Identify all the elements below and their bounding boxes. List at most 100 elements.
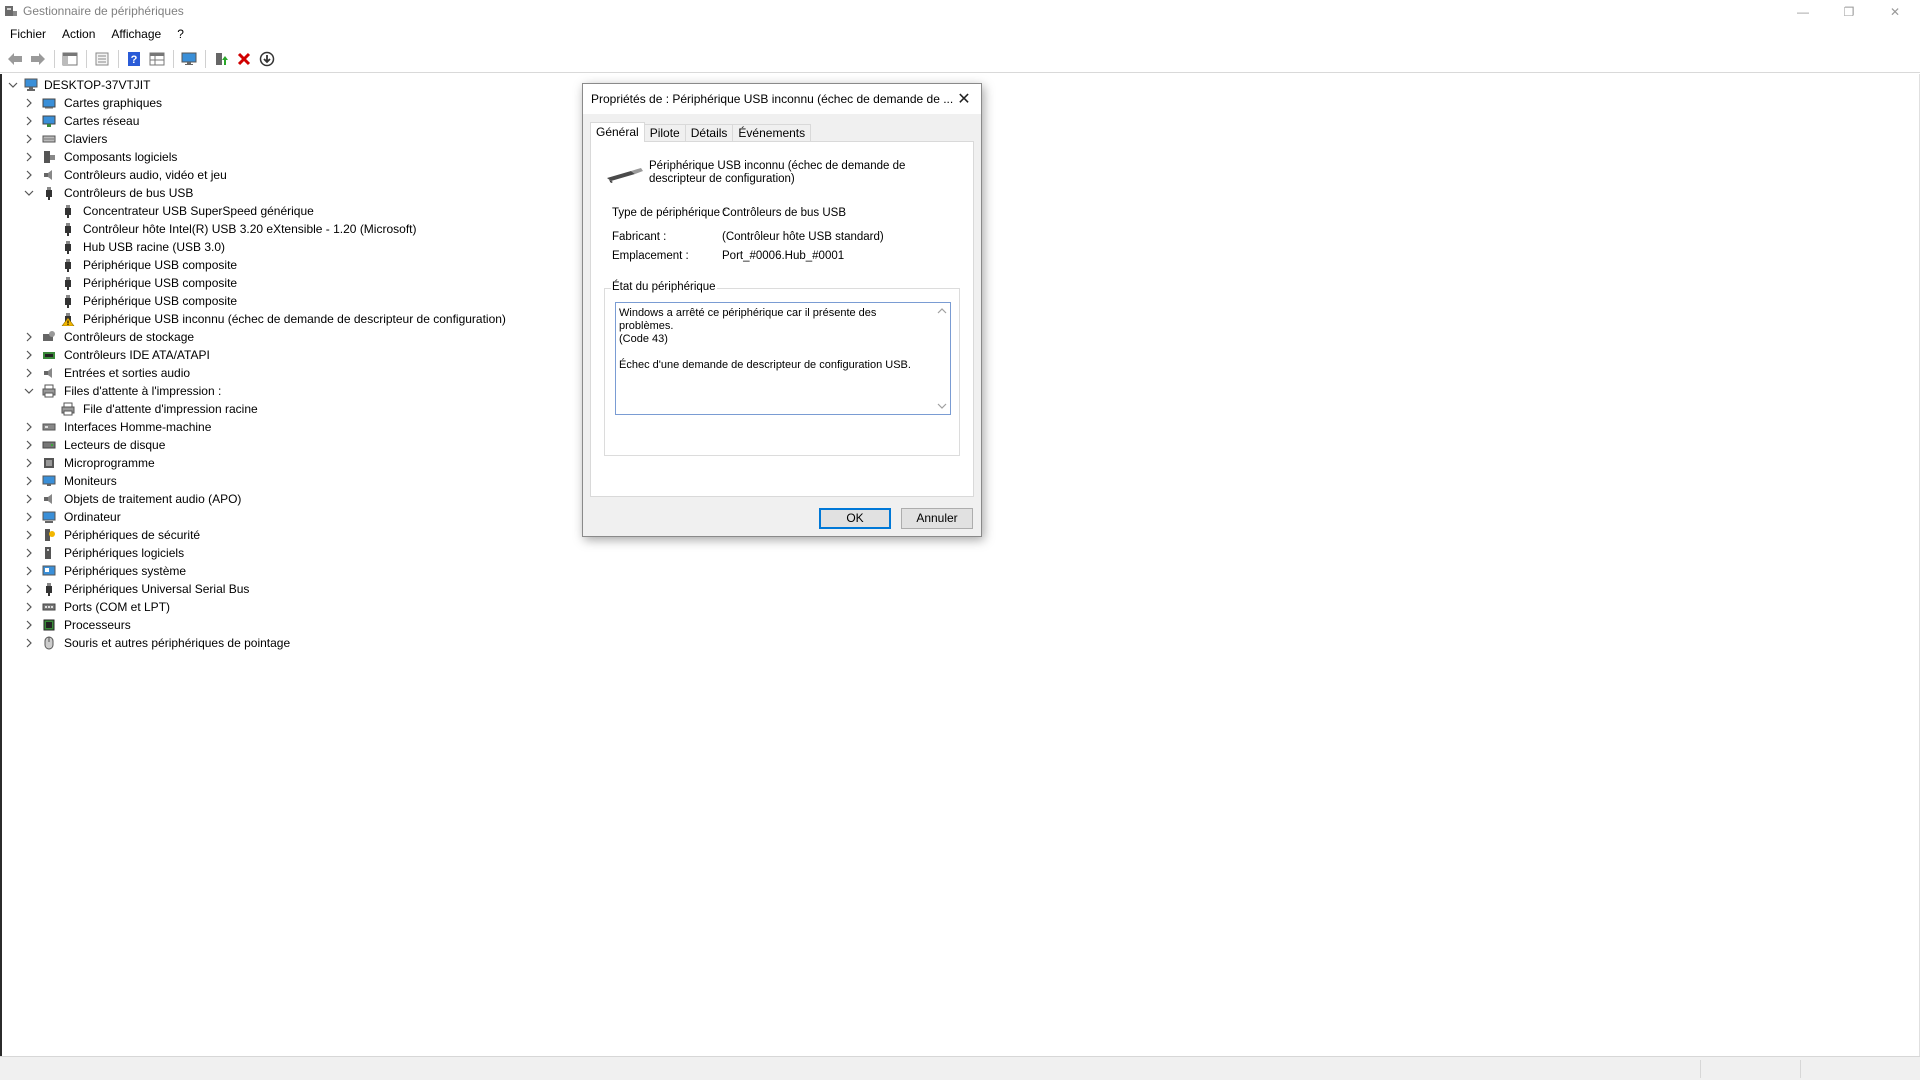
chevron-right-icon[interactable] (23, 169, 35, 181)
tree-item[interactable]: Contrôleur hôte Intel(R) USB 3.20 eXtens… (2, 220, 562, 238)
chevron-up-icon[interactable] (934, 304, 950, 318)
chevron-right-icon[interactable] (23, 493, 35, 505)
tree-item[interactable]: Ports (COM et LPT) (2, 598, 562, 616)
tree-item[interactable]: Périphériques logiciels (2, 544, 562, 562)
monitor-button[interactable] (178, 48, 200, 70)
chevron-down-icon[interactable] (7, 79, 19, 91)
tree-item[interactable]: Contrôleurs IDE ATA/ATAPI (2, 346, 562, 364)
chevron-right-icon[interactable] (23, 97, 35, 109)
mouse-icon (44, 636, 54, 650)
chevron-right-icon[interactable] (23, 511, 35, 523)
device-tree[interactable]: DESKTOP-37VTJIT Cartes graphiques Cartes … (2, 76, 562, 652)
help-button[interactable]: ? (123, 48, 145, 70)
device-status-textbox[interactable]: Windows a arrêté ce périphérique car il … (615, 302, 951, 415)
toolbar: ? (0, 45, 1920, 73)
tree-item[interactable]: Processeurs (2, 616, 562, 634)
chevron-right-icon[interactable] (23, 421, 35, 433)
status-scrollbar[interactable] (934, 303, 950, 414)
chevron-right-icon[interactable] (23, 115, 35, 127)
chevron-right-icon[interactable] (23, 349, 35, 361)
usb-icon (65, 205, 71, 218)
tree-item[interactable]: Périphérique USB composite (2, 274, 562, 292)
window-titlebar: Gestionnaire de périphériques — ❐ ✕ (0, 0, 1920, 24)
tree-item[interactable]: Périphériques de sécurité (2, 526, 562, 544)
back-button[interactable] (4, 48, 26, 70)
update-driver-button[interactable] (210, 48, 232, 70)
chevron-right-icon[interactable] (23, 619, 35, 631)
tree-item[interactable]: Objets de traitement audio (APO) (2, 490, 562, 508)
tree-item-label: Ports (COM et LPT) (64, 600, 171, 614)
tree-item[interactable]: Périphérique USB inconnu (échec de deman… (2, 310, 562, 328)
tree-item[interactable]: Cartes réseau (2, 112, 562, 130)
tree-item[interactable]: Hub USB racine (USB 3.0) (2, 238, 562, 256)
tree-item[interactable]: File d'attente d'impression racine (2, 400, 562, 418)
chevron-right-icon[interactable] (23, 583, 35, 595)
uninstall-device-button[interactable] (233, 48, 255, 70)
chevron-right-icon[interactable] (23, 547, 35, 559)
storage-controller-icon (43, 331, 55, 341)
tree-item[interactable]: Périphérique USB composite (2, 256, 562, 274)
close-window-button[interactable]: ✕ (1872, 0, 1918, 24)
usb-warning-icon (61, 313, 75, 326)
tree-item[interactable]: Interfaces Homme-machine (2, 418, 562, 436)
restore-button[interactable]: ❐ (1826, 0, 1872, 24)
tree-item[interactable]: Périphériques Universal Serial Bus (2, 580, 562, 598)
tree-item[interactable]: Microprogramme (2, 454, 562, 472)
tree-item-label: Microprogramme (64, 456, 155, 470)
chevron-down-icon[interactable] (934, 399, 950, 413)
tree-item[interactable]: Contrôleurs audio, vidéo et jeu (2, 166, 562, 184)
monitor-icon (42, 475, 56, 486)
tree-item[interactable]: Files d'attente à l'impression : (2, 382, 562, 400)
tree-item[interactable]: Cartes graphiques (2, 94, 562, 112)
manufacturer-value: (Contrôleur hôte USB standard) (722, 231, 884, 243)
tree-item[interactable]: Concentrateur USB SuperSpeed générique (2, 202, 562, 220)
chevron-right-icon[interactable] (23, 367, 35, 379)
chevron-right-icon[interactable] (23, 475, 35, 487)
tab-details[interactable]: Détails (684, 124, 734, 142)
tree-item[interactable]: Composants logiciels (2, 148, 562, 166)
menu-affichage[interactable]: Affichage (103, 24, 169, 44)
tree-item[interactable]: Souris et autres périphériques de pointa… (2, 634, 562, 652)
chevron-right-icon[interactable] (23, 637, 35, 649)
chevron-right-icon[interactable] (23, 457, 35, 469)
cancel-button[interactable]: Annuler (901, 508, 973, 529)
chevron-down-icon[interactable] (23, 187, 35, 199)
tree-item[interactable]: Moniteurs (2, 472, 562, 490)
chevron-right-icon[interactable] (23, 331, 35, 343)
system-device-icon (42, 565, 56, 576)
show-hide-tree-button[interactable] (59, 48, 81, 70)
chevron-down-icon[interactable] (23, 385, 35, 397)
properties-button[interactable] (91, 48, 113, 70)
tree-item[interactable]: Périphérique USB composite (2, 292, 562, 310)
chevron-right-icon[interactable] (23, 601, 35, 613)
view-button[interactable] (146, 48, 168, 70)
dialog-close-button[interactable]: ✕ (949, 84, 979, 114)
chevron-right-icon[interactable] (23, 565, 35, 577)
usb-device-icon (607, 168, 643, 183)
tab-pilote[interactable]: Pilote (643, 124, 686, 142)
scan-hardware-button[interactable] (256, 48, 278, 70)
forward-button[interactable] (27, 48, 49, 70)
chevron-right-icon[interactable] (23, 529, 35, 541)
tree-root-label: DESKTOP-37VTJIT (44, 78, 151, 92)
tree-root[interactable]: DESKTOP-37VTJIT (2, 76, 562, 94)
tree-item[interactable]: Ordinateur (2, 508, 562, 526)
minimize-button[interactable]: — (1780, 0, 1826, 24)
toolbar-separator (86, 49, 87, 68)
svg-text:?: ? (131, 54, 138, 66)
tree-item[interactable]: Contrôleurs de bus USB (2, 184, 562, 202)
tab-general[interactable]: Général (590, 122, 645, 142)
chevron-right-icon[interactable] (23, 133, 35, 145)
tree-item[interactable]: Claviers (2, 130, 562, 148)
tree-item[interactable]: Entrées et sorties audio (2, 364, 562, 382)
tree-item[interactable]: Périphériques système (2, 562, 562, 580)
tree-item[interactable]: Contrôleurs de stockage (2, 328, 562, 346)
menu-action[interactable]: Action (54, 24, 103, 44)
chevron-right-icon[interactable] (23, 151, 35, 163)
menu-help[interactable]: ? (169, 24, 192, 44)
ok-button[interactable]: OK (819, 508, 891, 529)
tree-item[interactable]: Lecteurs de disque (2, 436, 562, 454)
menu-fichier[interactable]: Fichier (2, 24, 54, 44)
chevron-right-icon[interactable] (23, 439, 35, 451)
tab-evenements[interactable]: Événements (732, 124, 812, 142)
